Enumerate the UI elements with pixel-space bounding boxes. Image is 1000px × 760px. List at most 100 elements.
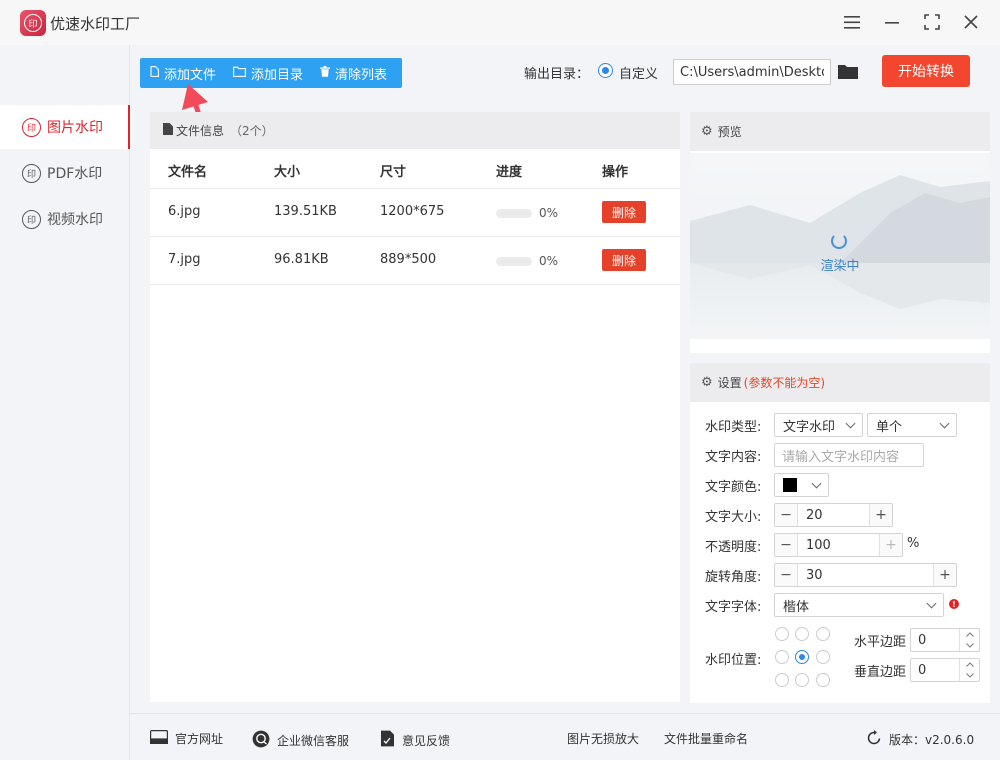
spin-arrows-icon[interactable] bbox=[959, 659, 979, 681]
close-icon[interactable] bbox=[959, 10, 983, 34]
app-title: 优速水印工厂 bbox=[50, 15, 141, 33]
opacity-stepper[interactable]: − 100 + bbox=[774, 533, 903, 557]
delete-button[interactable]: 删除 bbox=[602, 201, 646, 223]
horizontal-margin-value: 0 bbox=[918, 632, 927, 648]
column-header-dimensions: 尺寸 bbox=[380, 165, 407, 180]
watermark-mode-select[interactable]: 单个 bbox=[867, 413, 957, 437]
text-content-input[interactable]: 请输入文字水印内容 bbox=[774, 443, 924, 467]
custom-output-label: 自定义 bbox=[619, 67, 659, 82]
increment-button[interactable]: + bbox=[880, 534, 902, 556]
trash-icon bbox=[320, 66, 331, 80]
version-label: 版本：v2.0.6.0 bbox=[889, 733, 975, 747]
wechat-service-link[interactable]: 企业微信客服 bbox=[252, 730, 349, 751]
progress-text: 0% bbox=[539, 206, 559, 220]
feedback-link[interactable]: 意见反馈 bbox=[380, 730, 450, 750]
version-info[interactable]: 版本：v2.0.6.0 bbox=[866, 730, 974, 749]
decrement-button[interactable]: − bbox=[775, 534, 797, 556]
clear-list-button[interactable]: 清除列表 bbox=[320, 64, 387, 83]
file-size-cell: 139.51KB bbox=[274, 204, 337, 219]
sidebar-item-label: 图片水印 bbox=[47, 120, 103, 136]
file-list-panel: 文件信息 （2个） 文件名 大小 尺寸 进度 操作 6.jpg 139.51KB… bbox=[150, 112, 680, 702]
text-size-stepper[interactable]: − 20 + bbox=[774, 503, 893, 527]
opacity-value[interactable]: 100 bbox=[797, 534, 880, 556]
start-convert-button[interactable]: 开始转换 bbox=[882, 55, 970, 87]
increment-button[interactable]: + bbox=[934, 564, 956, 586]
watermark-icon: 印 bbox=[22, 209, 41, 229]
website-link[interactable]: 官方网址 bbox=[150, 730, 223, 747]
decrement-button[interactable]: − bbox=[775, 564, 797, 586]
vertical-margin-value: 0 bbox=[918, 662, 927, 678]
watermark-type-select[interactable]: 文字水印 bbox=[774, 413, 863, 437]
file-count: （2个） bbox=[230, 124, 274, 138]
file-name-cell: 7.jpg bbox=[168, 252, 201, 267]
gear-icon: ⚙ bbox=[701, 375, 713, 390]
watermark-icon: 印 bbox=[22, 163, 41, 183]
custom-output-radio[interactable] bbox=[598, 63, 613, 78]
decrement-button[interactable]: − bbox=[775, 504, 797, 526]
add-file-button[interactable]: 添加文件 bbox=[150, 64, 216, 83]
opacity-label: 不透明度: bbox=[705, 540, 762, 555]
chevron-down-icon bbox=[811, 478, 822, 489]
maximize-icon[interactable] bbox=[920, 10, 944, 34]
sidebar-item-label: PDF水印 bbox=[47, 166, 103, 182]
column-header-size: 大小 bbox=[274, 165, 301, 180]
font-value: 楷体 bbox=[783, 599, 810, 615]
position-bottom-center-radio[interactable] bbox=[795, 673, 809, 687]
sidebar-item-image-watermark[interactable]: 印 图片水印 bbox=[0, 105, 130, 149]
settings-title: 设置 bbox=[717, 376, 742, 390]
row-divider bbox=[150, 284, 680, 285]
settings-panel: ⚙ 设置 (参数不能为空) 水印类型: 文字水印 单个 文字内容: 请输入文字水… bbox=[690, 363, 990, 703]
batch-rename-link[interactable]: 文件批量重命名 bbox=[664, 730, 748, 747]
vertical-margin-input[interactable]: 0 bbox=[910, 658, 980, 682]
output-path-input[interactable] bbox=[673, 59, 831, 85]
position-top-center-radio[interactable] bbox=[795, 627, 809, 641]
text-content-label: 文字内容: bbox=[705, 450, 762, 465]
text-color-label: 文字颜色: bbox=[705, 480, 762, 495]
menu-icon[interactable] bbox=[840, 10, 864, 34]
position-label: 水印位置: bbox=[705, 653, 762, 668]
feedback-label: 意见反馈 bbox=[402, 733, 451, 748]
chevron-down-icon bbox=[845, 418, 856, 429]
horizontal-margin-input[interactable]: 0 bbox=[910, 628, 980, 652]
text-size-label: 文字大小: bbox=[705, 510, 762, 525]
text-size-value[interactable]: 20 bbox=[797, 504, 870, 526]
rendering-status: 渲染中 bbox=[820, 259, 860, 274]
position-bottom-left-radio[interactable] bbox=[775, 673, 789, 687]
progress-bar bbox=[496, 209, 532, 218]
rotation-stepper[interactable]: − 30 + bbox=[774, 563, 957, 587]
position-bottom-right-radio[interactable] bbox=[816, 673, 830, 687]
watermark-type-label: 水印类型: bbox=[705, 420, 762, 435]
position-center-radio[interactable] bbox=[795, 650, 809, 664]
position-top-right-radio[interactable] bbox=[816, 627, 830, 641]
chevron-down-icon bbox=[926, 598, 937, 609]
position-middle-right-radio[interactable] bbox=[816, 650, 830, 664]
column-header-filename: 文件名 bbox=[168, 165, 208, 180]
add-directory-label: 添加目录 bbox=[251, 67, 304, 83]
increment-button[interactable]: + bbox=[870, 504, 892, 526]
delete-button[interactable]: 删除 bbox=[602, 249, 646, 271]
font-select[interactable]: 楷体 bbox=[774, 593, 944, 617]
sidebar-item-pdf-watermark[interactable]: 印 PDF水印 bbox=[0, 151, 130, 195]
folder-outline-icon bbox=[233, 66, 246, 80]
row-divider bbox=[150, 236, 680, 237]
warning-icon: ! bbox=[949, 599, 959, 609]
position-top-left-radio[interactable] bbox=[775, 627, 789, 641]
output-directory-label: 输出目录： bbox=[524, 67, 590, 82]
folder-icon[interactable] bbox=[837, 62, 859, 80]
add-directory-button[interactable]: 添加目录 bbox=[233, 64, 303, 83]
row-divider bbox=[150, 188, 680, 189]
progress-bar bbox=[496, 257, 532, 266]
rotation-value[interactable]: 30 bbox=[797, 564, 934, 586]
text-color-picker[interactable] bbox=[774, 473, 829, 497]
minimize-icon[interactable] bbox=[880, 10, 904, 34]
sidebar-item-video-watermark[interactable]: 印 视频水印 bbox=[0, 197, 130, 241]
feedback-icon bbox=[380, 730, 395, 750]
settings-note: (参数不能为空) bbox=[743, 376, 826, 390]
watermark-icon: 印 bbox=[22, 117, 41, 137]
lossless-enlarge-link[interactable]: 图片无损放大 bbox=[567, 730, 639, 747]
spin-arrows-icon[interactable] bbox=[959, 629, 979, 651]
file-name-cell: 6.jpg bbox=[168, 204, 201, 219]
title-bar: 印 优速水印工厂 bbox=[0, 0, 1000, 45]
loading-spinner-icon bbox=[831, 233, 847, 249]
position-middle-left-radio[interactable] bbox=[775, 650, 789, 664]
